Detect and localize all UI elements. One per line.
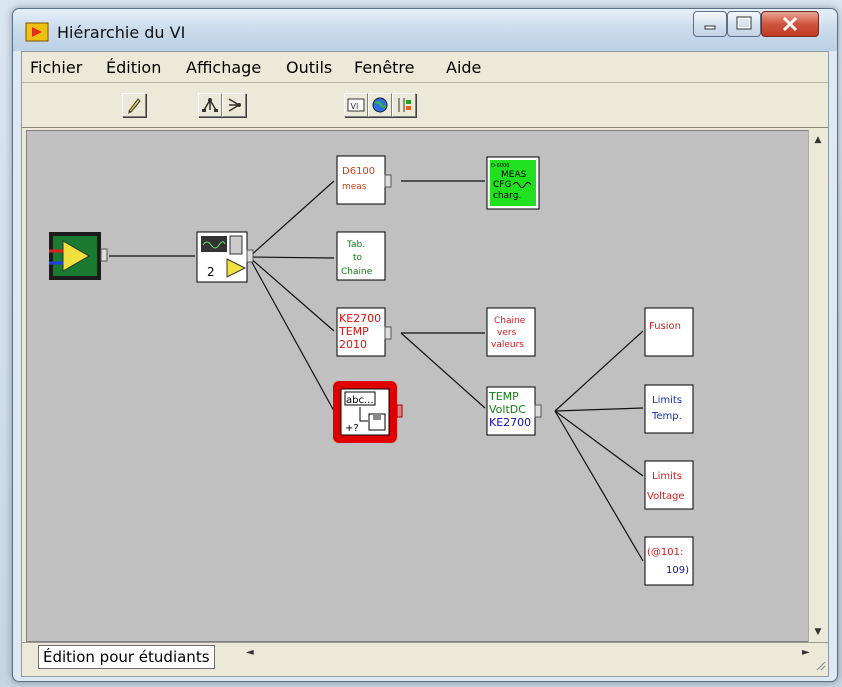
meas-cfg-node[interactable]: D-6000 MEAS CFG charg. [486, 156, 540, 210]
fusion-line-1: Fusion [649, 321, 681, 332]
menu-fenetre[interactable]: Fenêtre [354, 58, 415, 77]
chaine-line-2: vers [497, 328, 517, 338]
limits-voltage-line-1: Limits [652, 471, 682, 482]
limits-temp-line-1: Limits [652, 395, 682, 406]
title-bar[interactable]: Hiérarchie du VI [13, 9, 837, 51]
status-bar: Édition pour étudiants ◄ ► [22, 642, 828, 675]
status-label: Édition pour étudiants [38, 645, 215, 669]
client-area: Fichier Édition Affichage Outils Fenêtre… [21, 51, 829, 677]
minimize-icon [704, 25, 716, 30]
tab-line-3: Chaine [341, 267, 373, 277]
tab-to-chaine-node[interactable]: Tab. to Chaine [336, 231, 386, 281]
scroll-right-icon[interactable]: ► [802, 647, 810, 658]
labview-app-icon [25, 22, 49, 42]
channel-range-node[interactable]: (@101: 109) [644, 536, 694, 586]
acquisition-vi-label: 2 [207, 265, 215, 279]
show-globals-button[interactable] [368, 93, 392, 117]
d6100-line-1: D6100 [342, 166, 375, 177]
d6100-line-2: meas [342, 182, 367, 192]
globe-icon [372, 97, 388, 113]
menu-bar: Fichier Édition Affichage Outils Fenêtre… [22, 52, 828, 83]
menu-aide[interactable]: Aide [446, 58, 481, 77]
temp-line-1: TEMP [488, 390, 519, 403]
chaine-line-3: valeurs [491, 340, 524, 350]
svg-text:+?: +? [345, 423, 359, 434]
menu-fichier[interactable]: Fichier [30, 58, 82, 77]
resize-grip-icon[interactable] [816, 661, 826, 671]
block-diagram-icon [398, 98, 411, 112]
hierarchy-window: Hiérarchie du VI Fichier Édition Afficha… [12, 8, 838, 682]
write-file-node[interactable]: abc... +? [333, 381, 403, 443]
vertical-layout-button[interactable] [198, 93, 222, 117]
hierarchy-canvas: 2 D6100 meas Tab. to Chaine KE2700 TEMP … [26, 130, 810, 642]
maximize-button[interactable] [727, 11, 761, 37]
chaine-vers-valeurs-node[interactable]: Chaine vers valeurs [486, 307, 536, 357]
pencil-icon [128, 98, 141, 114]
close-icon [782, 16, 798, 32]
window-title: Hiérarchie du VI [57, 23, 186, 42]
vertical-scrollbar[interactable]: ▲ ▼ [808, 130, 827, 642]
range-line-2: 109) [666, 565, 689, 576]
show-vi-button[interactable]: VI [344, 93, 368, 117]
vi-icon: VI [347, 98, 365, 112]
meas-cfg-line-4: charg. [493, 191, 521, 201]
root-vi-node[interactable] [49, 232, 108, 280]
meas-cfg-line-3: CFG [493, 180, 511, 190]
scroll-down-icon[interactable]: ▼ [809, 624, 827, 640]
ke2700-line-3: 2010 [339, 338, 367, 351]
toolbar: VI [22, 83, 828, 128]
close-button[interactable] [761, 11, 819, 37]
show-typedefs-button[interactable] [392, 93, 416, 117]
meas-cfg-line-2: MEAS [501, 170, 527, 180]
tab-line-1: Tab. [346, 240, 365, 250]
ke2700-temp-node[interactable]: KE2700 TEMP 2010 [336, 307, 392, 357]
fusion-node[interactable]: Fusion [644, 307, 694, 357]
ke2700-line-1: KE2700 [339, 312, 381, 325]
menu-affichage[interactable]: Affichage [186, 58, 261, 77]
temp-line-3: KE2700 [489, 416, 531, 429]
d6100-meas-node[interactable]: D6100 meas [336, 155, 392, 205]
menu-edition[interactable]: Édition [106, 58, 161, 77]
temp-voltdc-node[interactable]: TEMP VoltDC KE2700 [486, 386, 542, 436]
acquisition-vi-node[interactable]: 2 [196, 231, 254, 283]
maximize-icon [736, 16, 752, 30]
scroll-left-icon[interactable]: ◄ [246, 647, 254, 658]
tree-horizontal-icon [228, 98, 241, 112]
temp-line-2: VoltDC [489, 403, 526, 416]
ke2700-line-2: TEMP [338, 325, 369, 338]
menu-outils[interactable]: Outils [286, 58, 332, 77]
limits-voltage-node[interactable]: Limits Voltage [644, 460, 694, 510]
chaine-line-1: Chaine [494, 316, 526, 326]
minimize-button[interactable] [693, 11, 727, 37]
meas-cfg-line-1: D-6000 [491, 163, 509, 169]
tree-vertical-icon [202, 98, 218, 112]
limits-temp-line-2: Temp. [651, 411, 682, 422]
range-line-1: (@101: [647, 547, 683, 558]
limits-temp-node[interactable]: Limits Temp. [644, 384, 694, 434]
horizontal-layout-button[interactable] [222, 93, 246, 117]
tab-line-2: to [353, 253, 363, 263]
scroll-up-icon[interactable]: ▲ [809, 132, 827, 148]
limits-voltage-line-2: Voltage [647, 491, 685, 502]
svg-text:VI: VI [351, 102, 359, 111]
edit-mode-button[interactable] [122, 93, 146, 117]
write-file-line-1: abc... [346, 395, 374, 406]
